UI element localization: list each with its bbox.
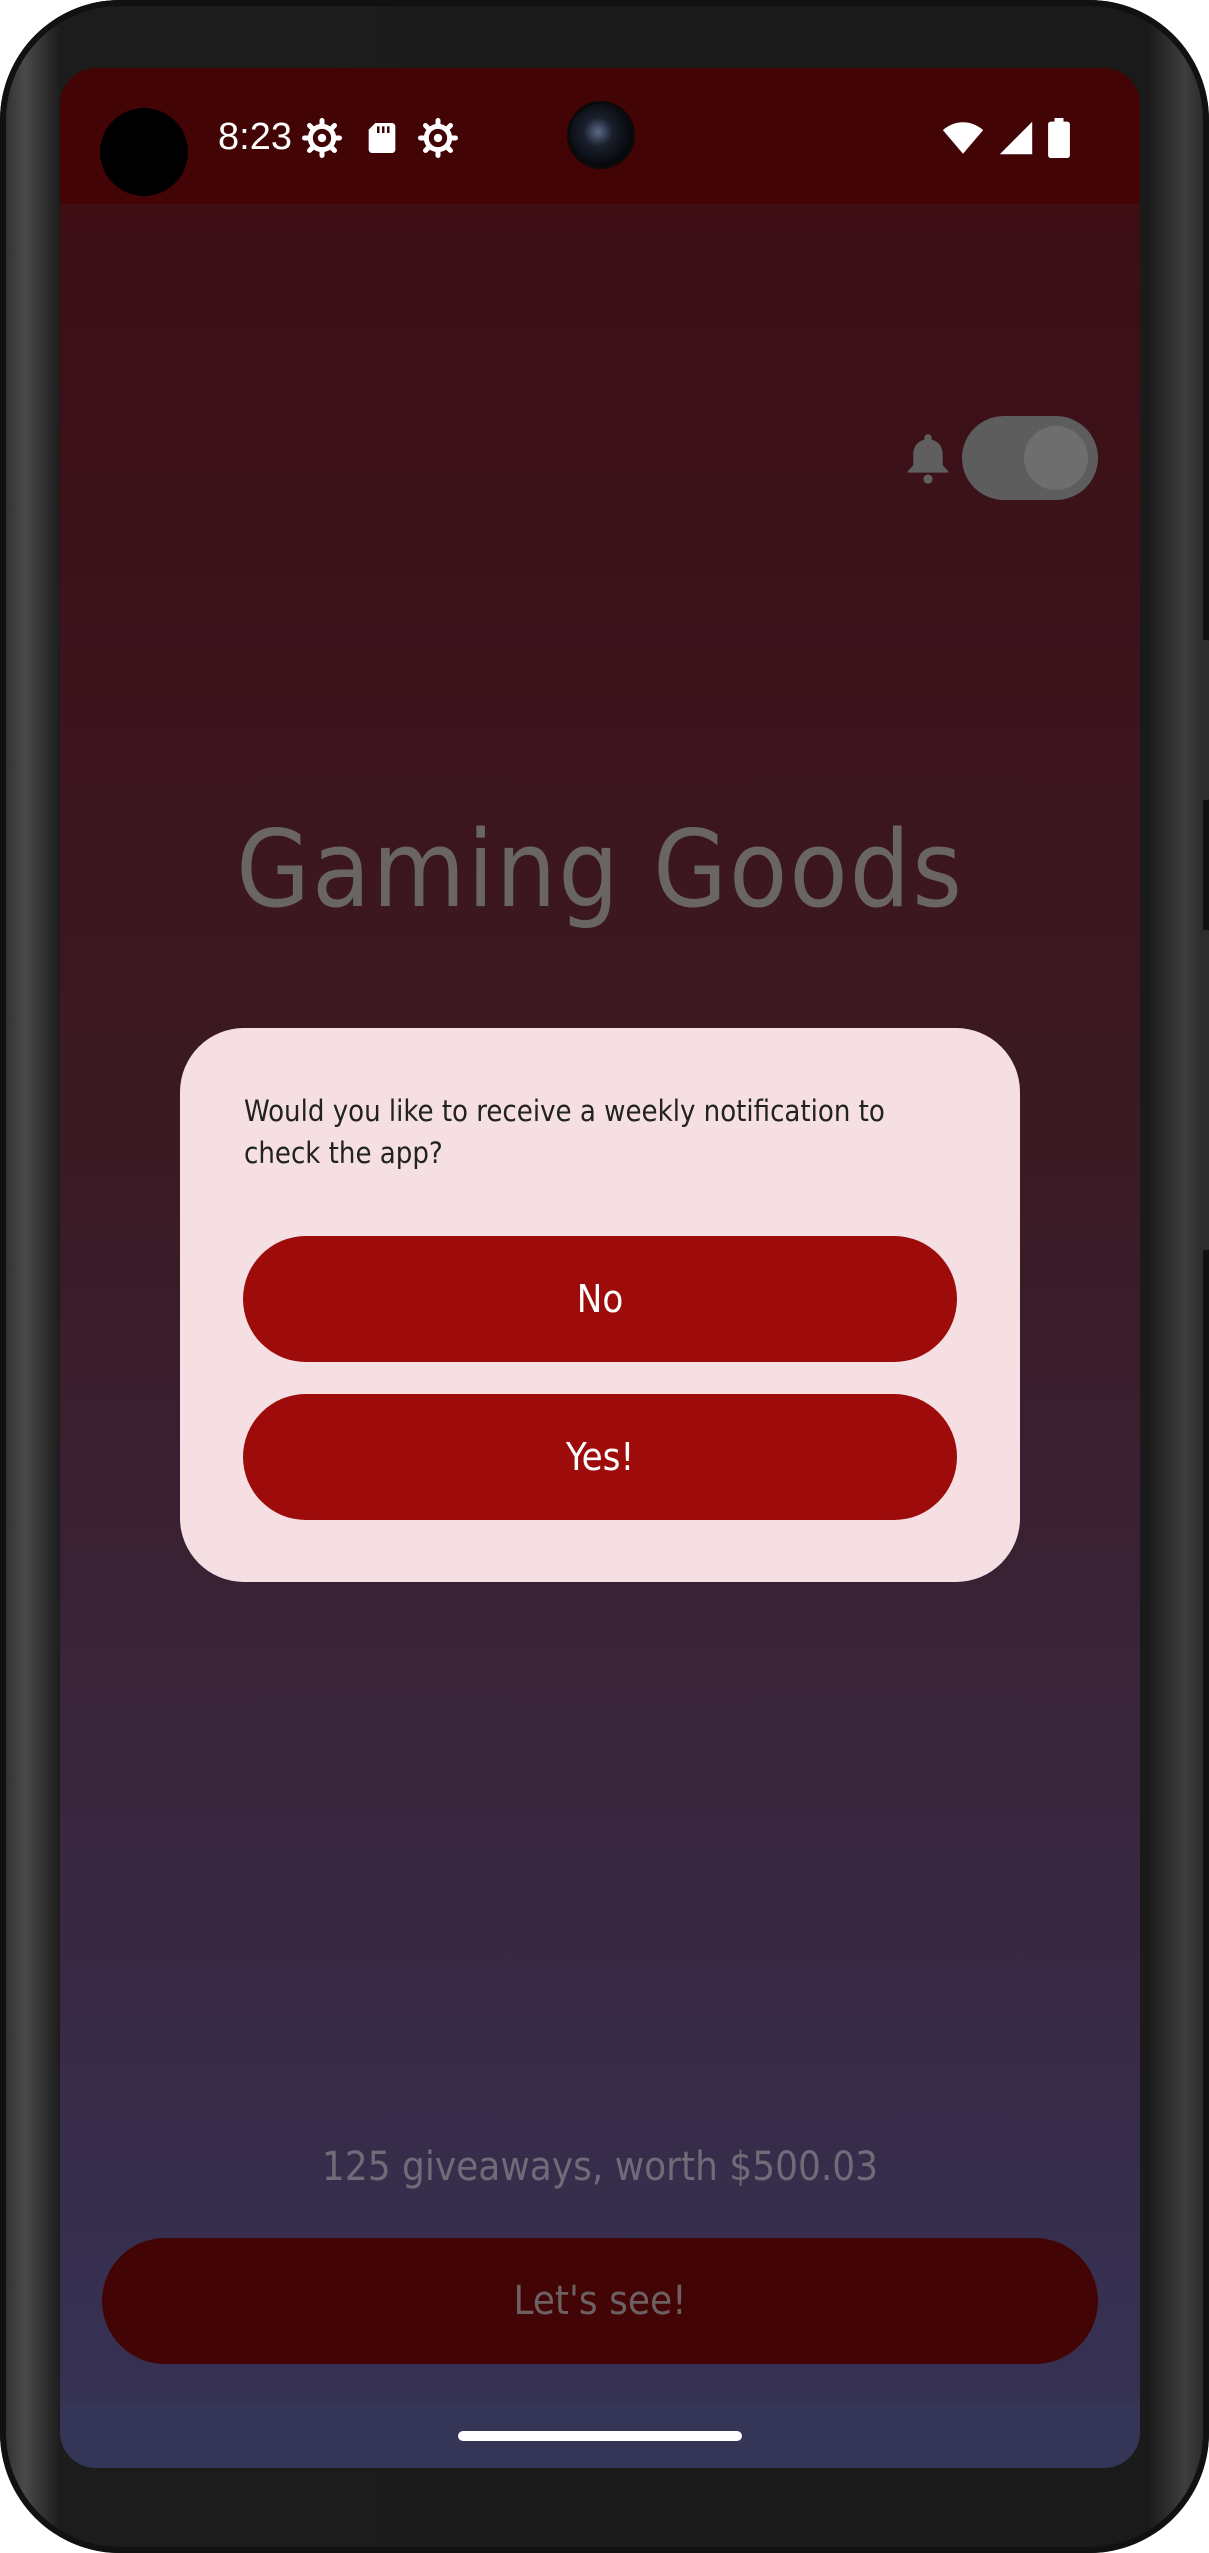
settings-gear-icon [302,118,342,158]
bell-icon [907,434,949,484]
app-title: Gaming Goods [236,808,964,931]
giveaways-summary: 125 giveaways, worth $500.03 [321,2144,879,2190]
screen: 8:23 Gaming Goods Would you like to rece… [60,68,1140,2468]
home-indicator[interactable] [458,2431,742,2441]
cell-signal-icon [999,121,1033,155]
battery-icon [1048,118,1070,158]
no-button[interactable]: No [243,1236,957,1362]
lets-see-button[interactable]: Let's see! [102,2238,1098,2364]
notifications-toggle[interactable] [962,416,1098,500]
wifi-icon [942,122,984,154]
front-camera [570,104,632,166]
sd-card-icon [368,123,396,153]
notification-dialog: Would you like to receive a weekly notif… [180,1028,1020,1582]
status-bar: 8:23 [60,68,1140,204]
status-icons-right [942,118,1070,158]
power-button [1199,640,1209,800]
overlay-dot [100,108,188,196]
volume-button [1199,930,1209,1250]
settings-gear-icon [418,118,458,158]
dialog-message: Would you like to receive a weekly notif… [244,1094,885,1170]
status-time: 8:23 [218,116,292,158]
yes-button[interactable]: Yes! [243,1394,957,1520]
phone-frame: 8:23 Gaming Goods Would you like to rece… [0,0,1209,2553]
toggle-knob [1024,426,1088,490]
